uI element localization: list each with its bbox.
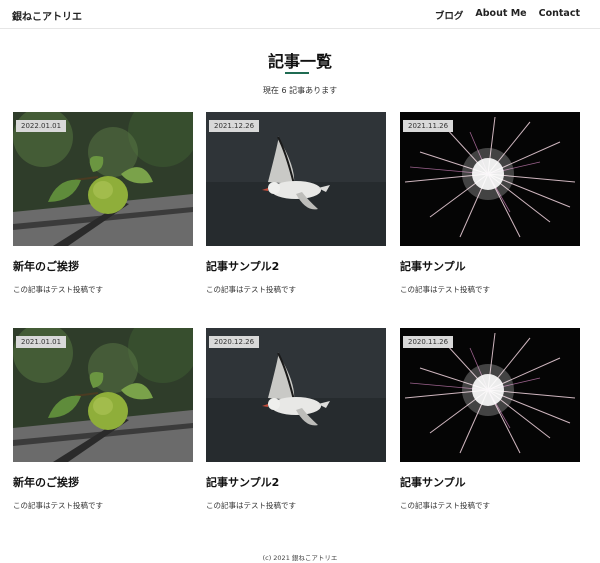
post-excerpt: この記事はテスト投稿です: [206, 501, 296, 510]
post-excerpt: この記事はテスト投稿です: [400, 501, 490, 510]
post-thumbnail-apple[interactable]: 2021.01.01: [13, 328, 193, 462]
site-title[interactable]: 銀ねこアトリエ: [12, 8, 82, 23]
nav-item-about-me[interactable]: About Me: [475, 8, 526, 22]
nav-item-contact[interactable]: Contact: [539, 8, 580, 22]
date-badge: 2021.01.01: [16, 336, 67, 348]
site-header: 銀ねこアトリエ ブログ About Me Contact: [0, 0, 600, 29]
main-nav: ブログ About Me Contact: [435, 8, 580, 22]
post-title[interactable]: 記事サンプル2: [206, 258, 279, 274]
post-excerpt: この記事はテスト投稿です: [206, 285, 296, 294]
page-title: 記事一覧: [267, 52, 332, 71]
date-badge: 2022.01.01: [16, 120, 67, 132]
post-title[interactable]: 記事サンプル: [400, 258, 466, 274]
nav-item-blog[interactable]: ブログ: [435, 8, 464, 22]
post-title[interactable]: 記事サンプル2: [206, 474, 279, 490]
post-thumbnail-apple[interactable]: 2022.01.01: [13, 112, 193, 246]
post-excerpt: この記事はテスト投稿です: [400, 285, 490, 294]
date-badge: 2021.11.26: [403, 120, 454, 132]
post-thumbnail-seagull[interactable]: 2021.12.26: [206, 112, 386, 246]
date-badge: 2020.11.26: [403, 336, 454, 348]
post-excerpt: この記事はテスト投稿です: [13, 285, 103, 294]
title-underline: [285, 72, 309, 74]
date-badge: 2021.12.26: [209, 120, 260, 132]
post-count: 現在 6 記事あります: [262, 86, 338, 95]
footer-copyright: (c) 2021 銀ねこアトリエ: [262, 554, 338, 562]
post-title[interactable]: 記事サンプル: [400, 474, 466, 490]
post-thumbnail-sparkler[interactable]: 2021.11.26: [400, 112, 580, 246]
post-thumbnail-seagull[interactable]: 2020.12.26: [206, 328, 386, 462]
post-title[interactable]: 新年のご挨拶: [13, 474, 79, 490]
date-badge: 2020.12.26: [209, 336, 260, 348]
post-excerpt: この記事はテスト投稿です: [13, 501, 103, 510]
post-thumbnail-sparkler[interactable]: 2020.11.26: [400, 328, 580, 462]
post-title[interactable]: 新年のご挨拶: [13, 258, 79, 274]
